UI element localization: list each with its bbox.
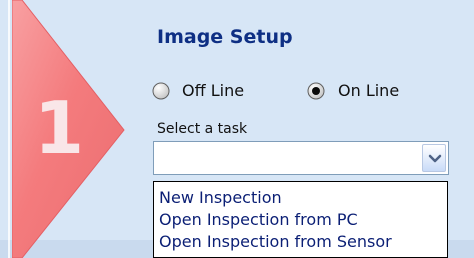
online-radio-label[interactable]: On Line [338, 83, 399, 99]
radio-checked-icon[interactable] [307, 82, 325, 100]
dropdown-item-open-from-pc[interactable]: Open Inspection from PC [159, 212, 358, 228]
dropdown-item-open-from-sensor[interactable]: Open Inspection from Sensor [159, 234, 392, 250]
task-dropdown-list[interactable]: New Inspection Open Inspection from PC O… [153, 181, 448, 258]
offline-radio-option[interactable]: Off Line [152, 81, 244, 101]
dropdown-item-new-inspection[interactable]: New Inspection [159, 190, 282, 206]
panel-left-divider [8, 0, 10, 258]
task-select-label: Select a task [157, 121, 248, 137]
dropdown-toggle-button[interactable] [422, 144, 446, 172]
image-setup-panel: 1 Image Setup Off Line On Line Select a … [0, 0, 474, 258]
task-select-dropdown[interactable] [153, 141, 449, 175]
section-title: Image Setup [157, 26, 293, 48]
step-number: 1 [34, 86, 85, 170]
online-radio-option[interactable]: On Line [307, 81, 399, 101]
chevron-down-icon[interactable] [428, 154, 442, 164]
radio-unchecked-icon[interactable] [152, 82, 170, 100]
offline-radio-label[interactable]: Off Line [182, 83, 244, 99]
